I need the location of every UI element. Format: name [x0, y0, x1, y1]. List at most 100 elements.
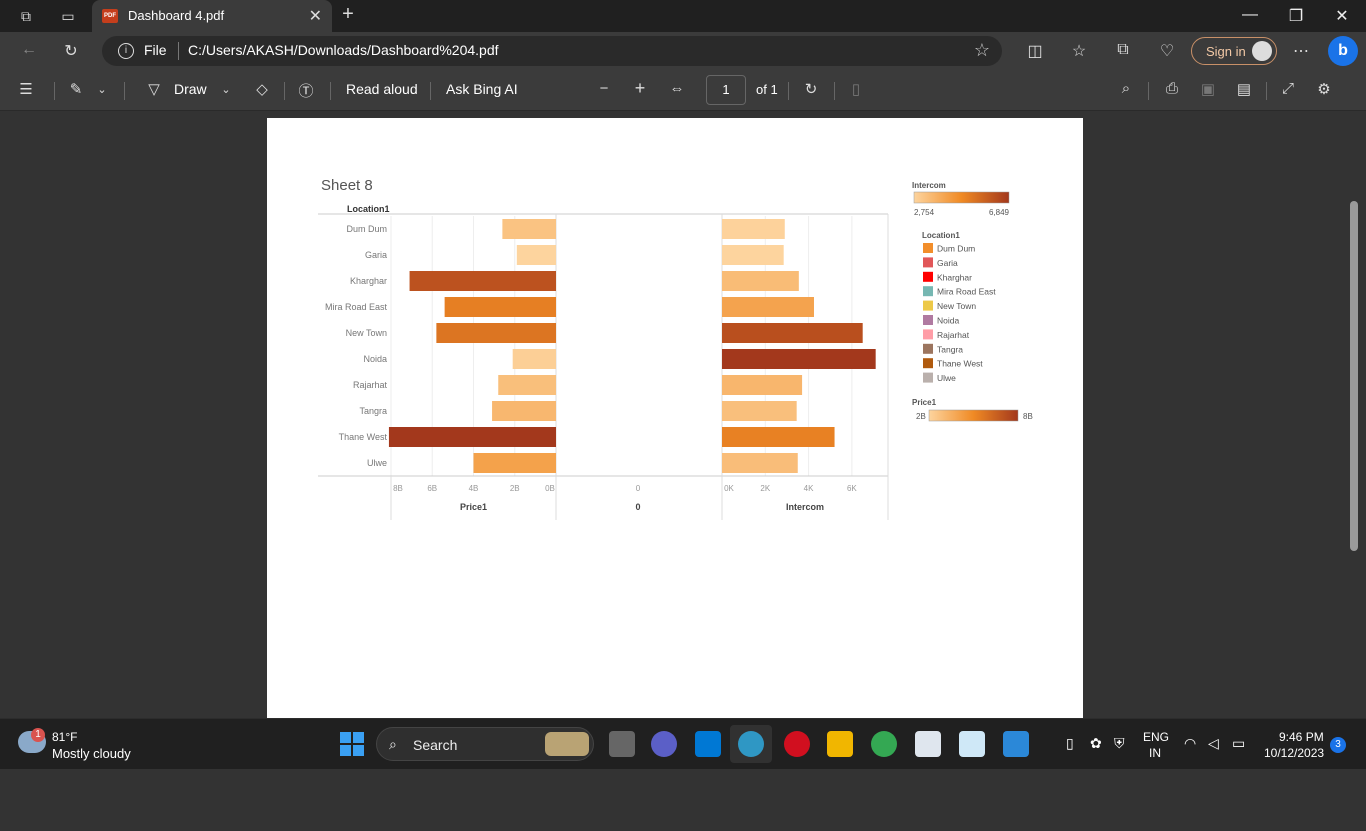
zoom-in-icon[interactable]: +: [630, 78, 650, 99]
split-screen-icon[interactable]: ◫: [1024, 41, 1046, 61]
volume-icon[interactable]: ◁: [1208, 735, 1219, 752]
browser-essentials-icon[interactable]: ♡: [1156, 41, 1178, 61]
new-tab-icon[interactable]: +: [338, 3, 358, 25]
language-bottom[interactable]: IN: [1149, 746, 1161, 760]
collections-icon[interactable]: ⧉: [1112, 41, 1134, 59]
price1-bar: [444, 297, 556, 317]
task-view-icon[interactable]: [609, 731, 635, 757]
favorites-icon[interactable]: ☆: [1068, 41, 1090, 61]
search-label: Search: [413, 737, 458, 753]
tab-dashboard-pdf[interactable]: PDF Dashboard 4.pdf ✕: [92, 0, 332, 32]
battery-icon[interactable]: ▭: [1232, 735, 1245, 752]
rotate-icon[interactable]: ↻: [801, 80, 821, 98]
address-bar[interactable]: i File C:/Users/AKASH/Downloads/Dashboar…: [102, 36, 1002, 66]
intercom-bar: [722, 245, 784, 265]
location-legend-item: Tangra: [937, 344, 963, 354]
scrollbar-thumb[interactable]: [1350, 201, 1358, 551]
toolbar-divider: [1266, 82, 1267, 100]
zoom-out-icon[interactable]: −: [594, 80, 614, 97]
draw-chevron-down-icon[interactable]: ⌄: [216, 83, 236, 96]
title-bar: ⧉ ▭ PDF Dashboard 4.pdf ✕ + — ❐ ✕: [0, 0, 1366, 32]
location-legend-swatch: [923, 271, 933, 282]
search-highlight-image: [545, 732, 589, 756]
toolbar-divider: [54, 82, 55, 100]
opera-icon[interactable]: [784, 731, 810, 757]
price1-tick-label: 2B: [510, 484, 520, 493]
draw-button[interactable]: Draw: [174, 81, 207, 97]
save-icon[interactable]: ▣: [1198, 80, 1218, 98]
photos-app-icon[interactable]: [915, 731, 941, 757]
intercom-tick-label: 6K: [847, 484, 857, 493]
toolbar-divider: [330, 82, 331, 100]
read-aloud-button[interactable]: Read aloud: [346, 81, 418, 97]
location-legend-item: New Town: [937, 301, 976, 311]
windows-start-icon[interactable]: [339, 731, 365, 757]
favorite-star-icon[interactable]: ☆: [974, 40, 990, 61]
location-legend-item: Ulwe: [937, 373, 956, 383]
taskbar-search[interactable]: ⌕ Search: [376, 727, 594, 761]
chrome-icon[interactable]: [871, 731, 897, 757]
eraser-icon[interactable]: ◇: [252, 80, 272, 98]
clock-date[interactable]: 10/12/2023: [1264, 746, 1324, 760]
search-icon[interactable]: ⌕: [1116, 80, 1136, 97]
category-label: Thane West: [339, 432, 388, 442]
price1-tick-label: 0B: [545, 484, 555, 493]
file-label: File: [144, 42, 167, 58]
add-text-icon[interactable]: Ⓣ: [296, 80, 316, 101]
settings-gear-icon[interactable]: ⚙: [1314, 80, 1334, 98]
intercom-bar: [722, 375, 803, 395]
toolbar-divider: [124, 82, 125, 100]
wifi-icon[interactable]: ◠: [1184, 735, 1196, 752]
row-header-location: Location1: [347, 204, 390, 214]
security-shield-icon[interactable]: ⛨: [1114, 735, 1125, 752]
battery-saver-icon[interactable]: ▯: [1066, 735, 1074, 752]
language-top[interactable]: ENG: [1143, 730, 1169, 744]
weather-desc[interactable]: Mostly cloudy: [52, 746, 131, 761]
highlight-icon[interactable]: ✎: [66, 80, 86, 98]
bing-copilot-icon[interactable]: b: [1328, 36, 1358, 66]
price-legend-ramp: [928, 409, 1019, 422]
back-arrow-icon[interactable]: ←: [18, 41, 40, 59]
store-icon[interactable]: [695, 731, 721, 757]
weather-temp[interactable]: 81°F: [52, 730, 77, 744]
page-view-icon[interactable]: ▯: [846, 80, 866, 98]
category-label: Dum Dum: [346, 224, 387, 234]
tab-close-icon[interactable]: ✕: [309, 6, 322, 26]
minimize-icon[interactable]: —: [1238, 6, 1262, 24]
highlight-chevron-down-icon[interactable]: ⌄: [92, 83, 112, 96]
ask-bing-ai-button[interactable]: Ask Bing AI: [446, 81, 518, 97]
price-legend-title: Price1: [912, 398, 937, 407]
fullscreen-icon[interactable]: ⤢: [1278, 80, 1298, 97]
address-divider: [178, 42, 179, 60]
price1-bar: [492, 401, 556, 421]
clock-time[interactable]: 9:46 PM: [1279, 730, 1324, 744]
sign-in-button[interactable]: Sign in: [1191, 37, 1277, 65]
more-options-icon[interactable]: ⋯: [1290, 41, 1312, 61]
page-count-label: of 1: [756, 82, 778, 97]
draw-icon[interactable]: ▽: [144, 80, 164, 98]
pinned-app-icon[interactable]: [1003, 731, 1029, 757]
tab-actions-icon[interactable]: ▭: [58, 6, 78, 26]
save-as-icon[interactable]: ▤: [1234, 80, 1254, 98]
contents-list-icon[interactable]: ☰: [16, 80, 36, 98]
notification-count-badge[interactable]: 3: [1330, 737, 1346, 753]
url-text[interactable]: C:/Users/AKASH/Downloads/Dashboard%204.p…: [188, 42, 499, 58]
info-icon[interactable]: i: [118, 43, 134, 59]
file-explorer-icon[interactable]: [827, 731, 853, 757]
close-window-icon[interactable]: ✕: [1330, 6, 1354, 26]
category-label: Kharghar: [350, 276, 387, 286]
category-label: Mira Road East: [325, 302, 388, 312]
chat-icon[interactable]: [651, 731, 677, 757]
location-legend-item: Thane West: [937, 359, 983, 369]
pdf-file-icon: PDF: [102, 9, 118, 23]
restore-icon[interactable]: ❐: [1284, 6, 1308, 26]
workspaces-icon[interactable]: ⧉: [16, 6, 36, 26]
fit-to-width-icon[interactable]: ⇔: [667, 80, 687, 97]
intercom-axis-title: Intercom: [786, 502, 824, 512]
refresh-icon[interactable]: ↻: [60, 41, 82, 61]
tray-app-icon[interactable]: ✿: [1090, 735, 1102, 752]
snip-tool-icon[interactable]: [959, 731, 985, 757]
page-number-input[interactable]: 1: [706, 75, 746, 105]
print-icon[interactable]: ⎙: [1162, 80, 1182, 97]
tab-title: Dashboard 4.pdf: [128, 8, 225, 23]
